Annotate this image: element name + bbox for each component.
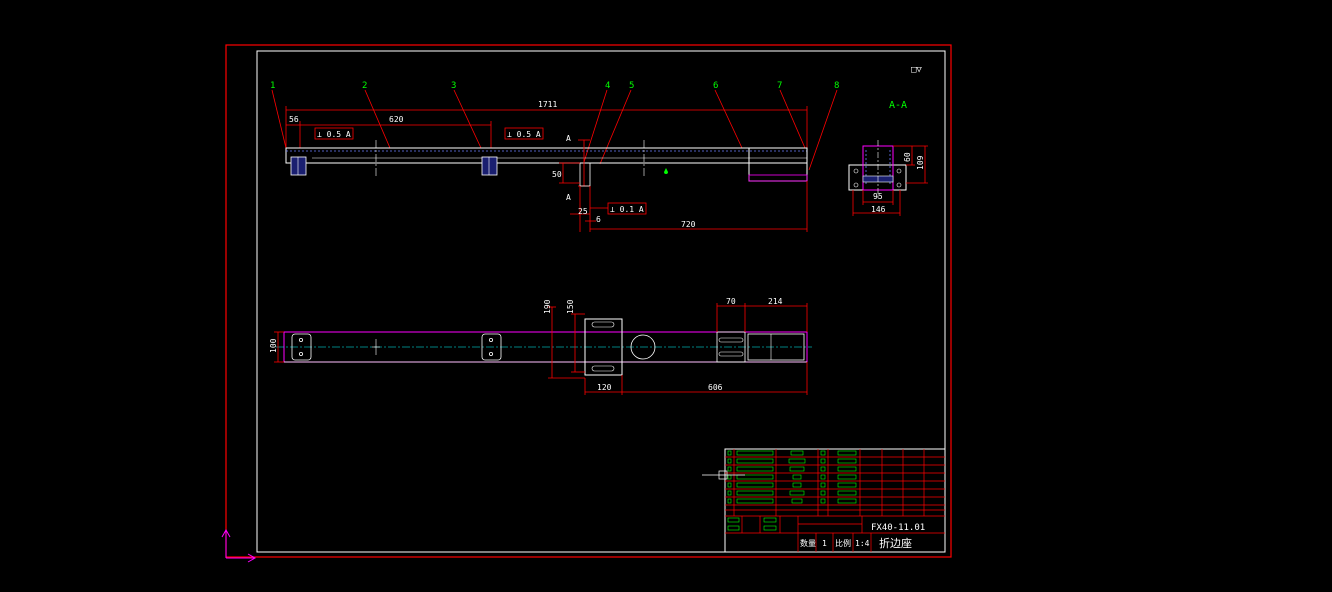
part-number-6: 6	[713, 81, 718, 91]
title-block-frame	[724, 448, 946, 553]
section-dim-60: 60	[903, 152, 912, 162]
plan-dims	[274, 303, 808, 395]
tolerance-text-1: ⊥ 0.5 A	[317, 130, 351, 139]
section-title: A-A	[889, 100, 907, 111]
dim-height-50-text: 50	[552, 170, 562, 179]
part-name: 折边座	[879, 536, 912, 550]
tolerance-text-3: ⊥ 0.1 A	[610, 205, 644, 214]
part-number-7: 7	[777, 81, 782, 91]
plan-middle-slots	[591, 321, 615, 372]
dim-25-text: 25	[578, 207, 588, 216]
section-mark-top: A	[566, 134, 571, 143]
side-drain-mark	[664, 168, 668, 174]
surface-finish-mark: □▽	[911, 65, 922, 75]
tolerance-text-2: ⊥ 0.5 A	[507, 130, 541, 139]
drawing-number: FX40-11.01	[871, 523, 925, 533]
scale-value: 1:4	[855, 539, 870, 548]
side-rail	[285, 147, 808, 164]
dim-overall-text: 1711	[538, 100, 557, 109]
section-dim-109: 109	[916, 155, 925, 170]
section-dim-95: 95	[873, 192, 883, 201]
top-view: 100 190 150 120 606 70 214	[269, 297, 812, 395]
part-number-4: 4	[605, 81, 610, 91]
side-bracket-right	[481, 156, 498, 176]
plan-center-mark	[372, 339, 380, 355]
plan-dim-214: 214	[768, 297, 783, 306]
section-mark-bottom: A	[566, 193, 571, 202]
part-number-8: 8	[834, 81, 839, 91]
inner-drawing-frame	[256, 50, 946, 553]
scale-label: 比例	[835, 538, 851, 548]
quantity-value: 1	[822, 539, 827, 548]
plan-dim-606: 606	[708, 383, 723, 392]
part-number-2: 2	[362, 81, 367, 91]
outer-sheet-frame	[225, 44, 952, 558]
cad-drawing-canvas[interactable]: □▽ 1 2 3 4 5 6 7 8 1711 56 620 ⊥ 0.5 A ⊥…	[0, 0, 1332, 592]
title-block: FX40-11.01 数量 1 比例 1:4 折边座	[702, 448, 946, 553]
part-number-labels: 1 2 3 4 5 6 7 8	[270, 81, 839, 91]
dim-720-text: 720	[681, 220, 696, 229]
side-view: 1 2 3 4 5 6 7 8 1711 56 620 ⊥ 0.5 A ⊥ 0.…	[270, 81, 839, 232]
dim-overall	[285, 106, 808, 148]
dim-left-offset-text: 56	[289, 115, 299, 124]
bom-leader	[702, 470, 745, 480]
part-number-5: 5	[629, 81, 634, 91]
section-dim-146: 146	[871, 205, 886, 214]
bom-text-blocks	[727, 450, 857, 531]
section-view-a-a: A-A 95 146 60 109	[848, 100, 928, 216]
dim-6-text: 6	[596, 215, 601, 224]
plan-dim-120: 120	[597, 383, 612, 392]
plan-dim-190: 190	[543, 299, 552, 314]
plan-dim-150: 150	[566, 299, 575, 314]
dim-height-50	[559, 162, 580, 184]
dim-bracket-pitch-text: 620	[389, 115, 404, 124]
side-support-leg	[579, 163, 591, 187]
side-bracket-left	[290, 156, 307, 176]
plan-dim-100: 100	[269, 338, 278, 353]
side-end-box	[748, 147, 808, 182]
plan-dim-70: 70	[726, 297, 736, 306]
part-number-3: 3	[451, 81, 456, 91]
side-end-box-inner	[748, 174, 808, 182]
quantity-label: 数量	[800, 538, 816, 548]
part-number-1: 1	[270, 81, 275, 91]
